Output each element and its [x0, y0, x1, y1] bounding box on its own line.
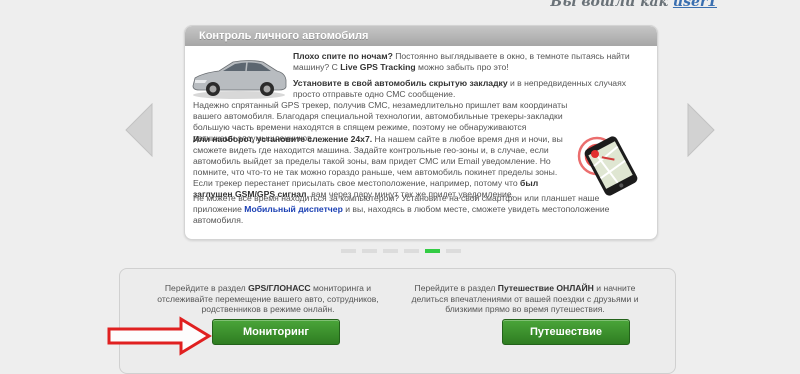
pager-dot[interactable]	[362, 249, 377, 253]
arrow-left-icon	[125, 103, 153, 157]
slide-paragraph-2: Установите в свой автомобиль скрытую зак…	[293, 78, 627, 99]
slide-paragraph-1: Плохо спите по ночам? Постоянно выглядыв…	[293, 51, 630, 72]
car-image	[192, 60, 287, 99]
monitoring-button[interactable]: Мониторинг	[212, 319, 340, 345]
pager-dot[interactable]	[341, 249, 356, 253]
monitoring-description: Перейдите в раздел GPS/ГЛОНАСС мониторин…	[157, 283, 379, 314]
smartphone-map-icon	[577, 136, 638, 196]
pager-dot[interactable]	[383, 249, 398, 253]
slide-paragraph-4: Или наоборот, установите слежение 24x7. …	[193, 134, 563, 199]
pager-dot[interactable]	[425, 249, 440, 253]
arrow-right-icon	[687, 103, 715, 157]
slide-title: Контроль личного автомобиля	[185, 26, 657, 46]
username-link[interactable]: user1	[673, 0, 717, 10]
slider-pager	[341, 249, 461, 253]
login-prefix: Вы вошли как	[550, 0, 673, 10]
travel-description: Перейдите в раздел Путешествие ОНЛАЙН и …	[411, 283, 639, 314]
mobile-dispatcher-link[interactable]: Мобильный диспетчер	[244, 204, 343, 214]
slider-panel: Контроль личного автомобиля Плохо спите …	[184, 25, 658, 240]
pager-dot[interactable]	[404, 249, 419, 253]
slider-next-button[interactable]	[686, 103, 716, 157]
red-pointer-arrow	[107, 316, 212, 356]
pager-dot[interactable]	[446, 249, 461, 253]
login-status: Вы вошли как user1	[550, 0, 717, 10]
slider-prev-button[interactable]	[124, 103, 154, 157]
travel-button[interactable]: Путешествие	[502, 319, 630, 345]
